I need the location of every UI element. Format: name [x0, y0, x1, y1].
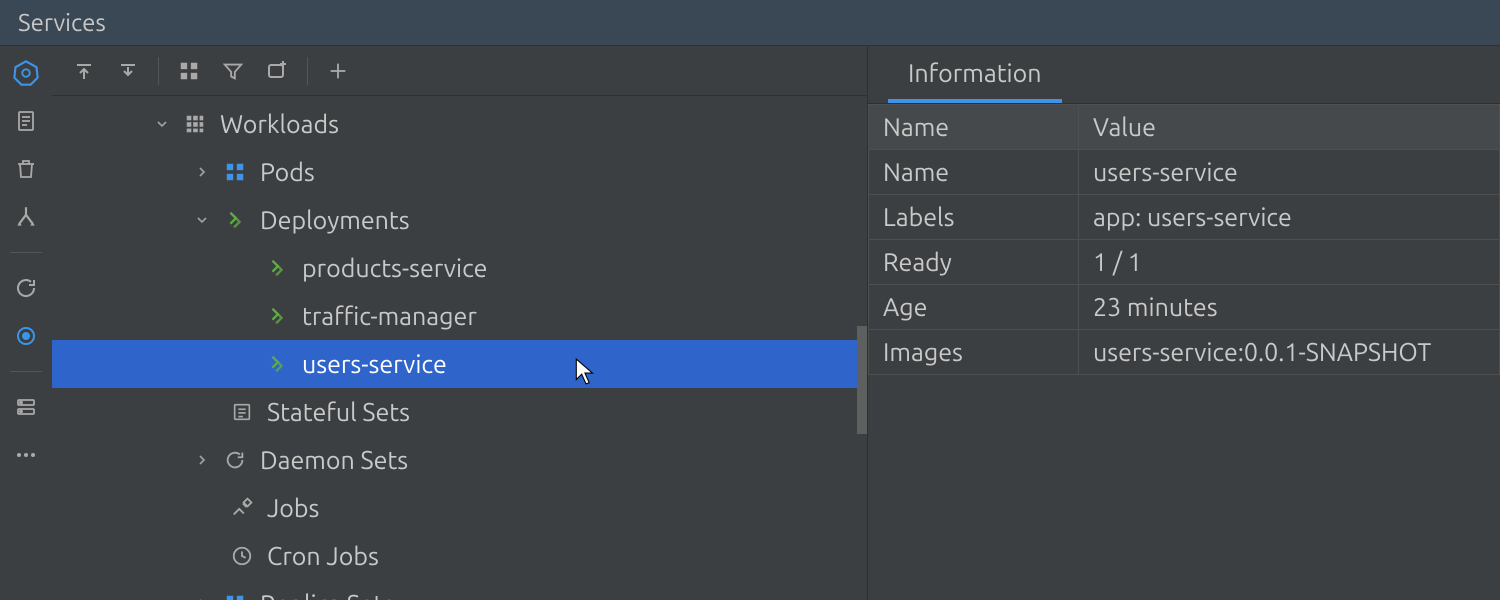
tree-label: Jobs: [267, 494, 319, 522]
tree-label: Daemon Sets: [260, 446, 408, 474]
document-icon[interactable]: [11, 106, 41, 136]
chevron-right-icon: [192, 162, 212, 182]
refresh-icon[interactable]: [11, 273, 41, 303]
tree-toolbar: [52, 46, 867, 96]
daemon-sets-icon: [220, 445, 250, 475]
pods-icon: [220, 157, 250, 187]
table-row[interactable]: Labels app: users-service: [869, 195, 1500, 240]
tree-node-daemon-sets[interactable]: Daemon Sets: [52, 436, 867, 484]
trash-icon[interactable]: [11, 154, 41, 184]
collapse-all-button[interactable]: [108, 54, 148, 88]
cell-name: Labels: [869, 195, 1079, 240]
table-row[interactable]: Age 23 minutes: [869, 285, 1500, 330]
tree-label: products-service: [302, 254, 487, 282]
tree-node-jobs[interactable]: Jobs: [52, 484, 867, 532]
table-row[interactable]: Name users-service: [869, 150, 1500, 195]
tab-label: Information: [908, 59, 1042, 87]
add-tab-button[interactable]: [257, 54, 297, 88]
table-row[interactable]: Images users-service:0.0.1-SNAPSHOT: [869, 330, 1500, 375]
filter-button[interactable]: [213, 54, 253, 88]
branch-icon[interactable]: [11, 202, 41, 232]
separator: [10, 371, 42, 372]
tree-label: Stateful Sets: [267, 398, 410, 426]
deployment-icon: [220, 205, 250, 235]
tree-node-pods[interactable]: Pods: [52, 148, 867, 196]
stateful-sets-icon: [227, 397, 257, 427]
expand-all-button[interactable]: [64, 54, 104, 88]
tree-node-workloads[interactable]: Workloads: [52, 100, 867, 148]
deployment-icon: [262, 301, 292, 331]
cell-name: Name: [869, 150, 1079, 195]
tree-label: Workloads: [220, 110, 339, 138]
replica-sets-icon: [220, 589, 250, 600]
tree-label: Deployments: [260, 206, 410, 234]
tree-node-replica-sets[interactable]: Replica Sets: [52, 580, 867, 600]
tree-label: Cron Jobs: [267, 542, 379, 570]
cron-jobs-icon: [227, 541, 257, 571]
jobs-icon: [227, 493, 257, 523]
chevron-right-icon: [192, 450, 212, 470]
tree-node-deployments[interactable]: Deployments: [52, 196, 867, 244]
deployment-icon: [262, 253, 292, 283]
target-icon[interactable]: [11, 321, 41, 351]
cell-name: Images: [869, 330, 1079, 375]
tree-node-users-service[interactable]: users-service: [52, 340, 867, 388]
tree-label: traffic-manager: [302, 302, 477, 330]
cell-name: Age: [869, 285, 1079, 330]
cell-value: users-service:0.0.1-SNAPSHOT: [1079, 330, 1500, 375]
server-icon[interactable]: [11, 392, 41, 422]
workloads-icon: [180, 109, 210, 139]
info-tabs: Information: [868, 46, 1500, 104]
tree-node-cron-jobs[interactable]: Cron Jobs: [52, 532, 867, 580]
kubernetes-icon[interactable]: [11, 58, 41, 88]
grid-view-button[interactable]: [169, 54, 209, 88]
chevron-down-icon: [192, 210, 212, 230]
cell-name: Ready: [869, 240, 1079, 285]
cell-value: 1 / 1: [1079, 240, 1500, 285]
info-header-name[interactable]: Name: [869, 105, 1079, 150]
info-table: Name Value Name users-service Labels app…: [868, 104, 1500, 375]
more-icon[interactable]: [11, 440, 41, 470]
separator: [10, 252, 42, 253]
toolbar-divider: [158, 57, 159, 85]
chevron-down-icon: [152, 114, 172, 134]
deployment-icon: [262, 349, 292, 379]
tree-label: users-service: [302, 350, 447, 378]
tree-node-stateful-sets[interactable]: Stateful Sets: [52, 388, 867, 436]
left-icon-strip: [0, 46, 52, 600]
toolbar-divider: [307, 57, 308, 85]
tree-panel: Workloads Pods Deployments: [52, 46, 868, 600]
table-row[interactable]: Ready 1 / 1: [869, 240, 1500, 285]
main-area: Workloads Pods Deployments: [0, 46, 1500, 600]
add-button[interactable]: [318, 54, 358, 88]
chevron-right-icon: [192, 594, 212, 600]
cell-value: 23 minutes: [1079, 285, 1500, 330]
scrollbar-thumb[interactable]: [857, 326, 867, 434]
tree-label: Replica Sets: [260, 590, 394, 600]
tree-label: Pods: [260, 158, 315, 186]
cell-value: app: users-service: [1079, 195, 1500, 240]
tab-information[interactable]: Information: [888, 59, 1062, 103]
panel-title-text: Services: [18, 9, 106, 36]
info-header-value[interactable]: Value: [1079, 105, 1500, 150]
info-panel: Information Name Value Name users-servic…: [868, 46, 1500, 600]
tree[interactable]: Workloads Pods Deployments: [52, 96, 867, 600]
tree-node-products-service[interactable]: products-service: [52, 244, 867, 292]
tree-node-traffic-manager[interactable]: traffic-manager: [52, 292, 867, 340]
panel-title: Services: [0, 0, 1500, 46]
cell-value: users-service: [1079, 150, 1500, 195]
